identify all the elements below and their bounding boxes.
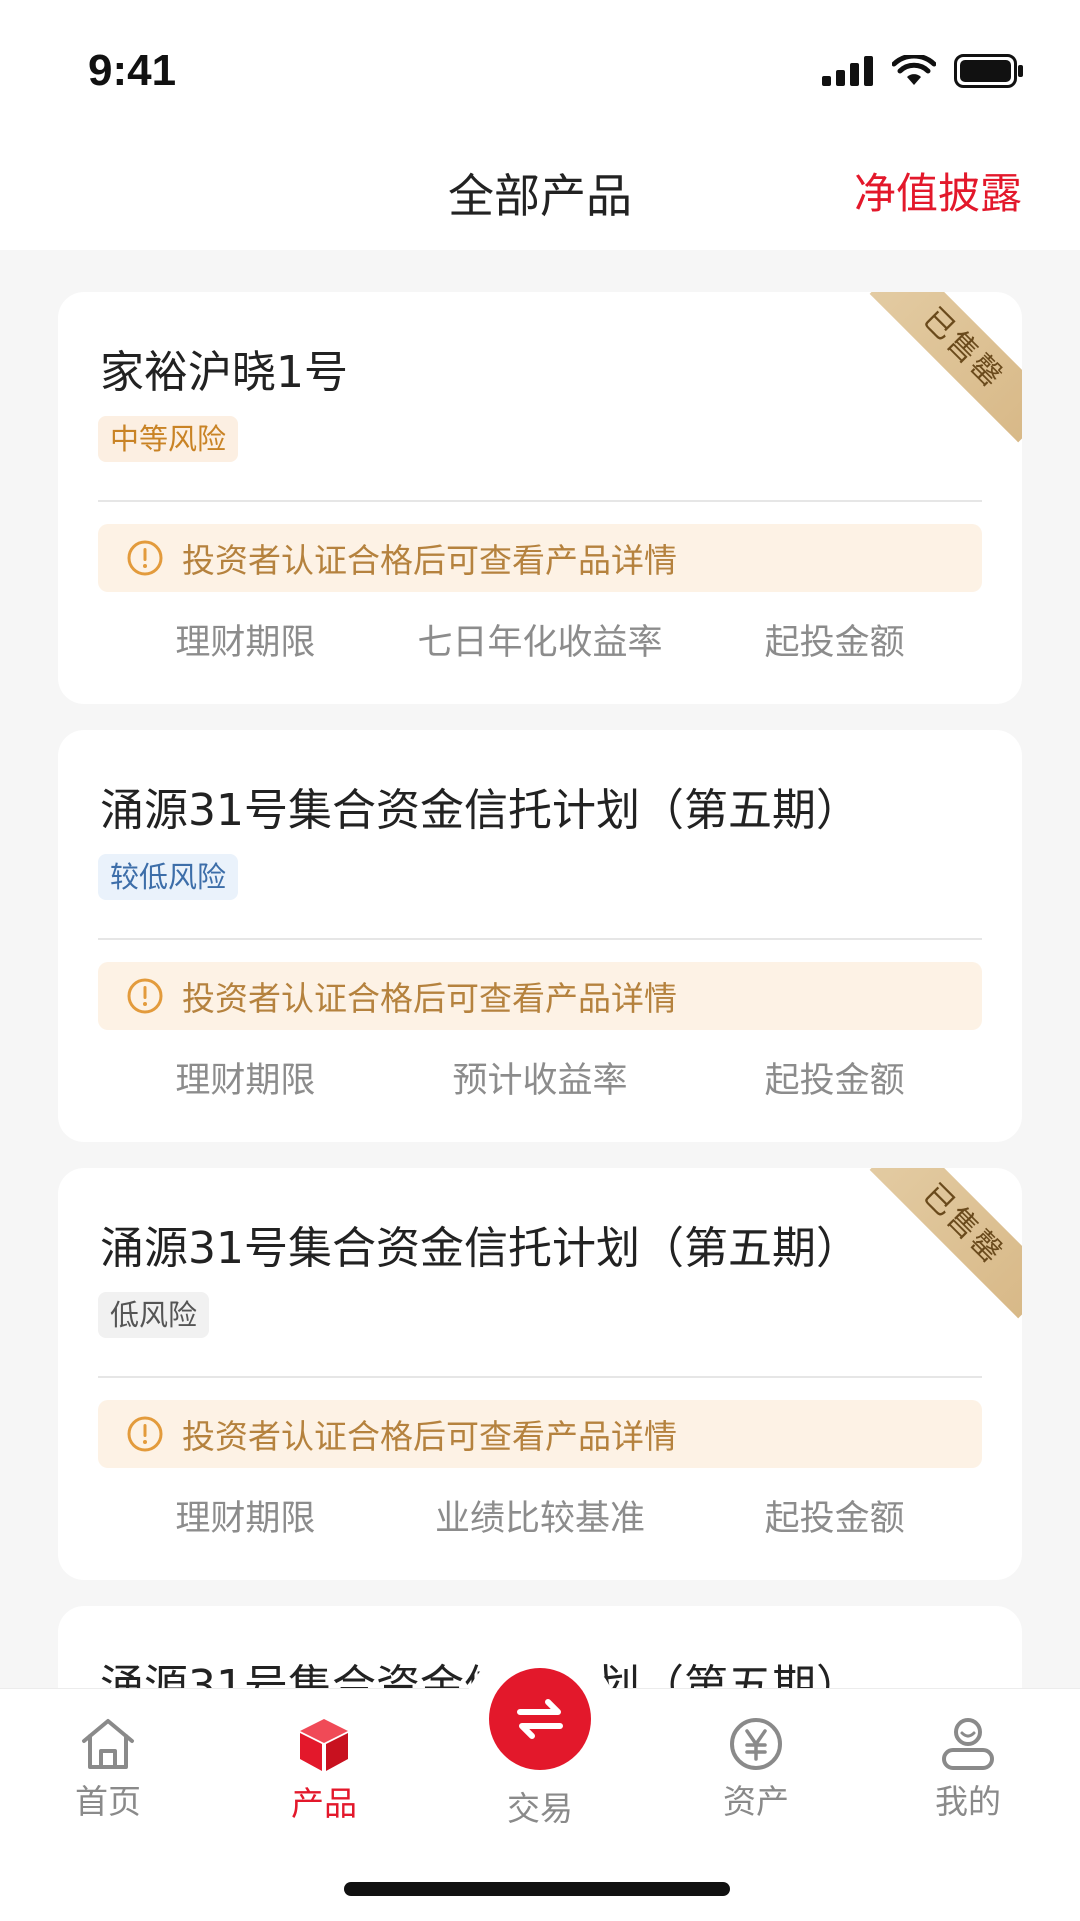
status-bar: 9:41 — [0, 0, 1080, 140]
info-icon — [127, 540, 163, 576]
product-card[interactable]: 已售罄 家裕沪晓1号 中等风险 投资者认证合格后可查看产品详情 理财期限 七日年… — [58, 292, 1022, 704]
signal-icon — [822, 56, 873, 86]
metric-label: 起投金额 — [764, 623, 905, 663]
tab-home[interactable]: 首页 — [28, 1717, 188, 1823]
wifi-icon — [892, 55, 936, 85]
sold-out-ribbon: 已售罄 — [869, 292, 1022, 443]
notice-bar: 投资者认证合格后可查看产品详情 — [98, 524, 982, 592]
notice-text: 投资者认证合格后可查看产品详情 — [182, 979, 677, 1018]
home-icon — [82, 1719, 134, 1769]
metric-label: 七日年化收益率 — [417, 623, 663, 663]
tab-label: 我的 — [935, 1782, 1001, 1821]
tab-label: 资产 — [723, 1782, 789, 1821]
divider — [98, 938, 982, 940]
notice-bar: 投资者认证合格后可查看产品详情 — [98, 1400, 982, 1468]
user-icon — [942, 1718, 994, 1770]
metric-row: 理财期限 预计收益率 起投金额 — [98, 1052, 982, 1103]
product-title: 涌源31号集合资金信托计划（第五期） — [100, 1223, 860, 1274]
metric-label: 理财期限 — [175, 623, 316, 663]
risk-tag: 中等风险 — [98, 416, 239, 462]
status-time: 9:41 — [88, 46, 177, 95]
metric-label: 理财期限 — [175, 1061, 316, 1101]
exchange-icon — [517, 1699, 563, 1739]
metric-label: 起投金额 — [764, 1499, 905, 1539]
metric-label: 业绩比较基准 — [435, 1499, 646, 1539]
info-icon — [127, 1416, 163, 1452]
status-icons — [822, 54, 1024, 88]
tab-mine[interactable]: 我的 — [888, 1717, 1048, 1823]
product-card[interactable]: 涌源31号集合资金信托计划（第五期） 较低风险 投资者认证合格后可查看产品详情 … — [58, 730, 1022, 1142]
metric-row: 理财期限 业绩比较基准 起投金额 — [98, 1490, 982, 1541]
info-icon — [127, 978, 163, 1014]
divider — [98, 1376, 982, 1378]
nav-bar: 全部产品 净值披露 — [0, 140, 1080, 250]
tab-label: 首页 — [75, 1782, 141, 1821]
risk-tag: 较低风险 — [98, 854, 239, 900]
tab-assets[interactable]: 资产 — [676, 1717, 836, 1823]
battery-icon — [954, 54, 1023, 88]
risk-tag: 低风险 — [98, 1292, 210, 1338]
metric-row: 理财期限 七日年化收益率 起投金额 — [98, 614, 982, 665]
metric-label: 预计收益率 — [452, 1061, 628, 1101]
divider — [98, 500, 982, 502]
notice-bar: 投资者认证合格后可查看产品详情 — [98, 962, 982, 1030]
product-title: 家裕沪晓1号 — [100, 347, 348, 398]
sold-out-ribbon: 已售罄 — [869, 1168, 1022, 1319]
cube-icon — [300, 1719, 348, 1771]
notice-text: 投资者认证合格后可查看产品详情 — [182, 541, 677, 580]
home-indicator — [344, 1882, 730, 1896]
tab-label: 产品 — [291, 1784, 357, 1823]
product-card[interactable]: 已售罄 涌源31号集合资金信托计划（第五期） 低风险 投资者认证合格后可查看产品… — [58, 1168, 1022, 1580]
tab-product[interactable]: 产品 — [244, 1717, 404, 1825]
nav-disclosure-link[interactable]: 净值披露 — [854, 160, 1022, 221]
notice-text: 投资者认证合格后可查看产品详情 — [182, 1417, 677, 1456]
tab-trade-label[interactable]: 交易 — [460, 1782, 620, 1830]
trade-button[interactable] — [489, 1668, 591, 1770]
metric-label: 起投金额 — [764, 1061, 905, 1101]
product-title: 涌源31号集合资金信托计划（第五期） — [100, 785, 860, 836]
metric-label: 理财期限 — [175, 1499, 316, 1539]
yen-icon — [730, 1718, 782, 1770]
